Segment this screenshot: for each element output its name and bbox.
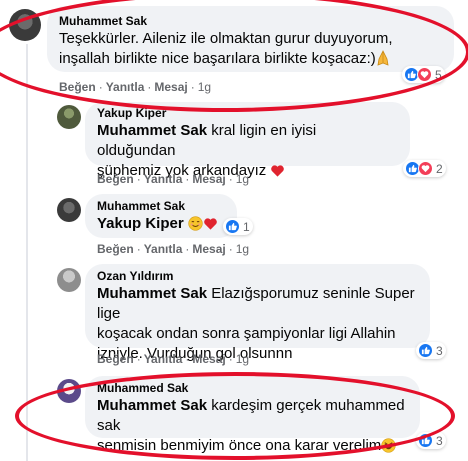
love-icon (417, 67, 432, 82)
like-button[interactable]: Beğen (59, 80, 96, 94)
comment-actions: Beğen · Yanıtla · Mesaj · 1g (97, 172, 249, 186)
avatar[interactable] (57, 379, 81, 403)
avatar[interactable] (9, 9, 41, 41)
mention-link[interactable]: Muhammet Sak (97, 285, 207, 302)
reaction-count: 5 (435, 67, 442, 82)
like-icon (225, 219, 240, 234)
like-icon (418, 433, 433, 448)
reaction-summary[interactable]: 3 (416, 432, 446, 449)
reaction-summary[interactable]: 5 (402, 66, 445, 83)
separator: · (190, 80, 195, 94)
comment-actions: Beğen · Yanıtla · Mesaj · 1g (59, 80, 211, 94)
laughing-face-emoji-icon (381, 438, 396, 459)
comment-4: Ozan Yıldırım Muhammet Sak Elazığsporumu… (0, 262, 468, 370)
comment-actions: Beğen · Yanıtla · Mesaj · 1g (97, 352, 249, 366)
separator: · (228, 242, 233, 256)
avatar[interactable] (57, 268, 81, 292)
timestamp[interactable]: 1g (236, 242, 249, 256)
like-icon (418, 343, 433, 358)
separator: · (185, 242, 190, 256)
reaction-count: 3 (436, 433, 443, 448)
reaction-count: 1 (243, 219, 250, 234)
separator: · (98, 80, 103, 94)
like-button[interactable]: Beğen (97, 352, 134, 366)
reaction-summary[interactable]: 1 (223, 218, 253, 235)
comment-author[interactable]: Muhammet Sak (97, 199, 225, 214)
separator: · (136, 352, 141, 366)
reply-button[interactable]: Yanıtla (144, 172, 183, 186)
timestamp[interactable]: 1g (236, 352, 249, 366)
separator: · (136, 172, 141, 186)
comment-text-line: inşallah birlikte nice başarılara birlik… (59, 50, 376, 67)
separator: · (185, 172, 190, 186)
comment-1: Muhammet Sak Teşekkürler. Aileniz ile ol… (0, 0, 468, 100)
comment-author[interactable]: Muhammet Sak (59, 14, 442, 29)
reaction-summary[interactable]: 2 (403, 160, 446, 177)
reply-button[interactable]: Yanıtla (106, 80, 145, 94)
comment-author[interactable]: Ozan Yıldırım (97, 269, 418, 284)
reaction-count: 3 (436, 343, 443, 358)
separator: · (228, 172, 233, 186)
mention-link[interactable]: Muhammet Sak (97, 397, 207, 414)
comment-text: Muhammet Sak kardeşim gerçek muhammed sa… (97, 396, 408, 459)
avatar[interactable] (57, 105, 81, 129)
red-heart-emoji-icon (203, 217, 218, 237)
like-button[interactable]: Beğen (97, 172, 134, 186)
comment-text-line: koşacak ondan sonra şampiyonlar ligi All… (97, 325, 396, 342)
reaction-summary[interactable]: 3 (416, 342, 446, 359)
reaction-count: 2 (436, 161, 443, 176)
mention-link[interactable]: Muhammet Sak (97, 122, 207, 139)
comment-text-line: senmisin benmiyim önce ona karar verelim (97, 437, 382, 454)
message-button[interactable]: Mesaj (154, 80, 187, 94)
like-button[interactable]: Beğen (97, 242, 134, 256)
message-button[interactable]: Mesaj (192, 242, 225, 256)
love-icon (418, 161, 433, 176)
comment-author[interactable]: Muhammed Sak (97, 381, 408, 396)
message-button[interactable]: Mesaj (192, 352, 225, 366)
comment-text-line: Teşekkürler. Aileniz ile olmaktan gurur … (59, 30, 393, 47)
mention-link[interactable]: Yakup Kiper (97, 215, 184, 232)
comment-2: Yakup Kiper Muhammet Sak kral ligin en i… (0, 100, 468, 188)
reply-button[interactable]: Yanıtla (144, 352, 183, 366)
separator: · (136, 242, 141, 256)
comment-bubble: Ozan Yıldırım Muhammet Sak Elazığsporumu… (85, 264, 430, 362)
avatar[interactable] (57, 198, 81, 222)
comment-bubble: Yakup Kiper Muhammet Sak kral ligin en i… (85, 102, 410, 179)
comment-5: Muhammed Sak Muhammet Sak kardeşim gerçe… (0, 372, 468, 461)
timestamp[interactable]: 1g (198, 80, 211, 94)
timestamp[interactable]: 1g (236, 172, 249, 186)
comment-bubble: Muhammet Sak Yakup Kiper (85, 194, 237, 238)
comment-author[interactable]: Yakup Kiper (97, 106, 398, 121)
comment-bubble: Muhammed Sak Muhammet Sak kardeşim gerçe… (85, 376, 420, 454)
comment-text: Yakup Kiper (97, 214, 225, 237)
message-button[interactable]: Mesaj (192, 172, 225, 186)
separator: · (185, 352, 190, 366)
smiling-face-emoji-icon (188, 216, 203, 237)
red-heart-emoji-icon (270, 164, 285, 184)
reply-button[interactable]: Yanıtla (144, 242, 183, 256)
comment-bubble: Muhammet Sak Teşekkürler. Aileniz ile ol… (47, 6, 454, 72)
comment-actions: Beğen · Yanıtla · Mesaj · 1g (97, 242, 249, 256)
comment-3: Muhammet Sak Yakup Kiper 1 Beğen · Yanıtla… (0, 190, 468, 260)
folded-hands-emoji-icon (376, 50, 390, 72)
separator: · (228, 352, 233, 366)
separator: · (147, 80, 152, 94)
comment-text: Teşekkürler. Aileniz ile olmaktan gurur … (59, 29, 442, 72)
